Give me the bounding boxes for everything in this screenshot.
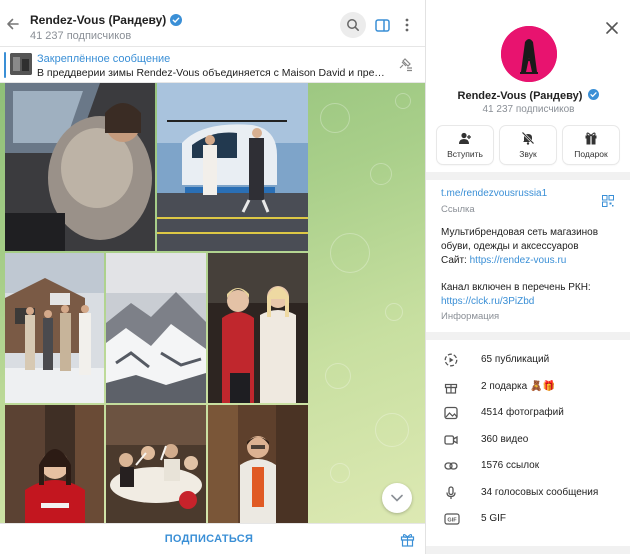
qr-code-icon[interactable]: [602, 195, 614, 207]
posts-icon: [444, 353, 458, 367]
rkn-text: Канал включен в перечень РКН:: [441, 282, 591, 293]
link-icon: [444, 462, 458, 470]
channel-description: Мультибрендовая сеть магазинов обуви, од…: [441, 226, 598, 268]
stat-voice[interactable]: 34 голосовых сообщения: [426, 480, 630, 506]
photo-group-snow[interactable]: [5, 253, 104, 403]
pin-list-icon[interactable]: [397, 58, 413, 72]
svg-text:GIF: GIF: [447, 518, 457, 524]
photo-dinner-party[interactable]: [106, 405, 206, 523]
verified-icon: [588, 89, 600, 100]
section-separator: [426, 546, 630, 554]
photo-mountains[interactable]: [106, 253, 206, 403]
gift-button[interactable]: Подарок: [563, 126, 619, 164]
chat-title: Rendez-Vous (Рандеву): [30, 13, 167, 27]
photo-icon: [444, 406, 458, 420]
stat-links-label: 1576 ссылок: [481, 460, 540, 471]
media-album[interactable]: [5, 83, 308, 523]
stat-videos[interactable]: 360 видео: [426, 427, 630, 453]
channel-avatar[interactable]: [501, 26, 557, 82]
search-icon: [347, 19, 359, 31]
stat-posts[interactable]: 65 публикаций: [426, 347, 630, 373]
verified-icon: [170, 14, 183, 26]
photo-man-suit[interactable]: [208, 405, 308, 523]
gift-icon[interactable]: [400, 532, 415, 547]
chevron-down-icon: [391, 494, 403, 502]
bell-muted-icon: [521, 131, 535, 145]
gift-label: Подарок: [574, 149, 608, 159]
chat-subscribers: 41 237 подписчиков: [30, 30, 132, 42]
scroll-down-button[interactable]: [382, 483, 412, 513]
pinned-thumbnail: [10, 53, 32, 75]
stat-gifts-label: 2 подарка 🧸🎁: [481, 381, 555, 392]
stat-posts-label: 65 публикаций: [481, 354, 550, 365]
channel-link[interactable]: t.me/rendezvousrussia1: [441, 188, 547, 199]
search-button[interactable]: [340, 12, 366, 38]
profile-subscribers: 41 237 подписчиков: [482, 104, 575, 115]
site-link[interactable]: https://rendez-vous.ru: [470, 255, 567, 266]
stat-gifs[interactable]: GIF 5 GIF: [426, 506, 630, 532]
bottom-bar: ПОДПИСАТЬСЯ: [0, 523, 425, 554]
stat-videos-label: 360 видео: [481, 434, 529, 445]
video-icon: [444, 435, 458, 445]
profile-pane: Rendez-Vous (Рандеву) 41 237 подписчиков…: [425, 0, 630, 554]
stat-gifts[interactable]: 2 подарка 🧸🎁: [426, 374, 630, 400]
photo-helicopter[interactable]: [157, 83, 308, 251]
sound-label: Звук: [519, 149, 537, 159]
photo-fur-coat-car[interactable]: [5, 83, 155, 251]
pinned-text: В преддверии зимы Rendez-Vous объединяет…: [37, 67, 387, 79]
photo-red-sweater[interactable]: [5, 405, 104, 523]
info-caption: Информация: [441, 311, 500, 322]
more-options-button[interactable]: [394, 12, 420, 38]
section-separator: [426, 172, 630, 180]
stat-voice-label: 34 голосовых сообщения: [481, 487, 599, 498]
gif-icon: GIF: [444, 513, 460, 525]
microphone-icon: [446, 486, 456, 499]
section-separator: [426, 332, 630, 340]
stat-photos[interactable]: 4514 фотографий: [426, 400, 630, 426]
gift-icon: [585, 132, 597, 145]
description-line-2: обуви, одежды и аксессуаров: [441, 241, 579, 252]
kebab-menu-icon: [405, 18, 409, 32]
photo-two-women[interactable]: [208, 253, 308, 403]
pinned-indicator: [4, 52, 6, 78]
chat-header: Rendez-Vous (Рандеву) 41 237 подписчиков: [0, 0, 425, 47]
rkn-block: Канал включен в перечень РКН: https://cl…: [441, 281, 591, 309]
gift-icon: [444, 383, 458, 394]
description-line-1: Мультибрендовая сеть магазинов: [441, 227, 599, 238]
rkn-link[interactable]: https://clck.ru/3PiZbd: [441, 296, 534, 307]
join-button[interactable]: Вступить: [437, 126, 493, 164]
profile-name: Rendez-Vous (Рандеву): [457, 90, 583, 102]
back-arrow-icon[interactable]: [5, 16, 21, 32]
add-user-icon: [459, 132, 471, 144]
sound-button[interactable]: Звук: [500, 126, 556, 164]
join-label: Вступить: [447, 149, 483, 159]
site-row: Сайт: https://rendez-vous.ru: [441, 254, 598, 268]
chat-title-row[interactable]: Rendez-Vous (Рандеву): [30, 13, 183, 27]
site-label: Сайт:: [441, 255, 470, 266]
profile-name-row: Rendez-Vous (Рандеву): [426, 89, 630, 102]
toggle-sidebar-button[interactable]: [369, 12, 395, 38]
stat-gifs-label: 5 GIF: [481, 513, 507, 524]
pinned-title: Закреплённое сообщение: [37, 53, 171, 65]
close-icon[interactable]: [605, 21, 619, 35]
chat-pane: Rendez-Vous (Рандеву) 41 237 подписчиков: [0, 0, 425, 554]
link-caption: Ссылка: [441, 204, 475, 215]
stat-photos-label: 4514 фотографий: [481, 407, 564, 418]
subscribe-button[interactable]: ПОДПИСАТЬСЯ: [0, 533, 418, 545]
sidebar-icon: [374, 18, 390, 32]
pinned-message[interactable]: Закреплённое сообщение В преддверии зимы…: [0, 47, 425, 83]
stat-links[interactable]: 1576 ссылок: [426, 453, 630, 479]
